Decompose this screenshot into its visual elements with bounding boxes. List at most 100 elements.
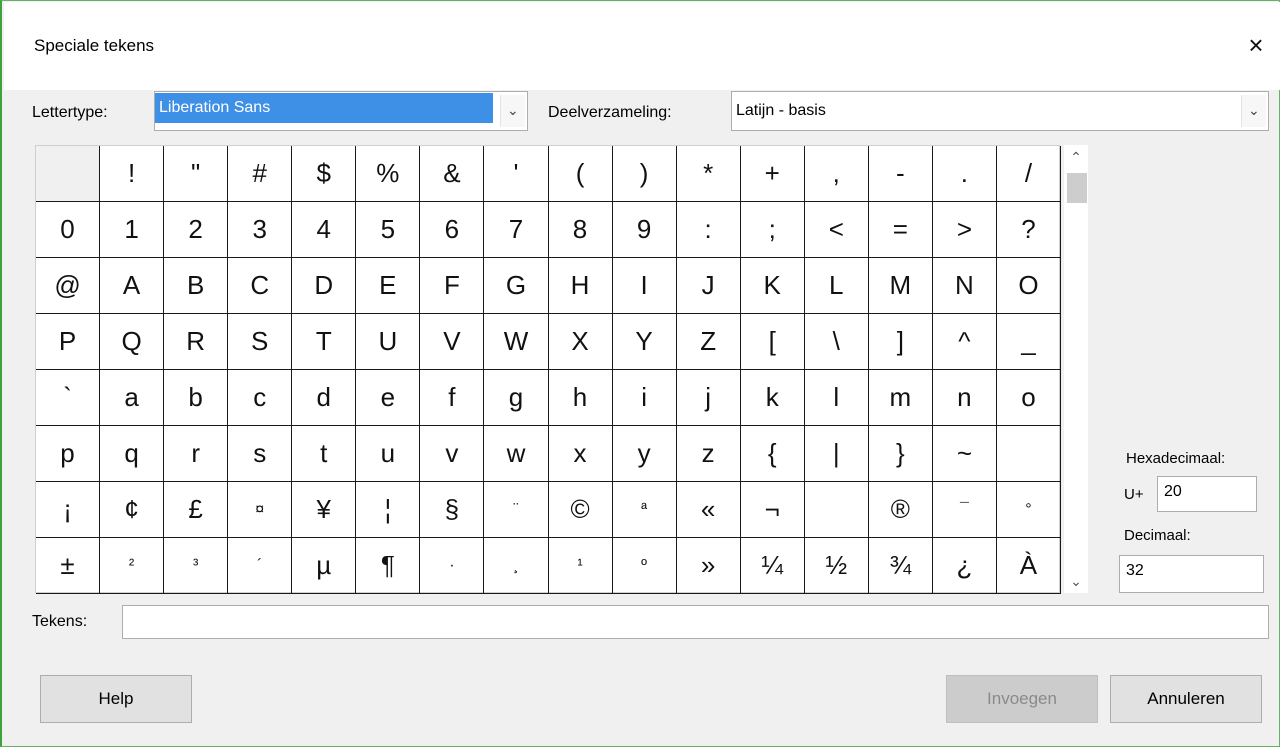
hex-input[interactable]: 20 xyxy=(1157,476,1257,512)
char-cell[interactable]: ª xyxy=(612,482,677,538)
char-cell[interactable]: ½ xyxy=(804,538,869,594)
char-cell[interactable]: : xyxy=(676,202,741,258)
char-cell[interactable]: ) xyxy=(612,146,677,202)
char-cell[interactable]: M xyxy=(868,258,933,314)
char-cell[interactable]: O xyxy=(996,258,1061,314)
char-cell[interactable]: ° xyxy=(996,482,1061,538)
char-cell[interactable]: $ xyxy=(292,146,357,202)
scroll-up-icon[interactable]: ⌃ xyxy=(1064,145,1088,169)
char-cell[interactable]: ¯ xyxy=(932,482,997,538)
char-cell[interactable]: h xyxy=(548,370,613,426)
character-grid[interactable]: ! " # $% & '() * +, -./ 0 1 2 3 4 5 6 7 8 9:; < = >? @ A B C D E F G H… xyxy=(36,146,1061,594)
char-cell[interactable]: ³ xyxy=(164,538,229,594)
char-cell[interactable]: ; xyxy=(740,202,805,258)
char-cell[interactable]: L xyxy=(804,258,869,314)
char-cell[interactable]: ¿ xyxy=(932,538,997,594)
char-cell[interactable]: µ xyxy=(292,538,357,594)
char-cell[interactable]: V xyxy=(420,314,485,370)
char-cell[interactable]: º xyxy=(612,538,677,594)
char-cell[interactable]: ? xyxy=(996,202,1061,258)
char-cell[interactable]: 6 xyxy=(420,202,485,258)
char-cell[interactable]: w xyxy=(484,426,549,482)
char-cell[interactable]: " xyxy=(164,146,229,202)
char-cell[interactable]: t xyxy=(292,426,357,482)
char-cell[interactable]: ¦ xyxy=(356,482,421,538)
char-cell[interactable]: j xyxy=(676,370,741,426)
char-cell[interactable]: x xyxy=(548,426,613,482)
char-cell[interactable]: 3 xyxy=(228,202,293,258)
char-cell[interactable]: 1 xyxy=(100,202,165,258)
char-cell[interactable]: C xyxy=(228,258,293,314)
char-cell[interactable]: - xyxy=(868,146,933,202)
char-cell[interactable]: % xyxy=(356,146,421,202)
char-cell[interactable]: o xyxy=(996,370,1061,426)
char-cell[interactable]: W xyxy=(484,314,549,370)
char-cell[interactable]: » xyxy=(676,538,741,594)
char-cell[interactable]: k xyxy=(740,370,805,426)
char-cell[interactable]: P xyxy=(36,314,101,370)
font-select-dropdown[interactable]: ⌄ xyxy=(500,95,525,127)
char-cell[interactable]: Y xyxy=(612,314,677,370)
char-cell[interactable] xyxy=(36,146,101,202)
char-cell[interactable]: / xyxy=(996,146,1061,202)
char-cell[interactable]: + xyxy=(740,146,805,202)
char-cell[interactable]: ® xyxy=(868,482,933,538)
char-cell[interactable]: R xyxy=(164,314,229,370)
char-cell[interactable]: 7 xyxy=(484,202,549,258)
char-cell[interactable]: y xyxy=(612,426,677,482)
char-cell[interactable]: ( xyxy=(548,146,613,202)
char-cell[interactable]: | xyxy=(804,426,869,482)
char-cell[interactable]: e xyxy=(356,370,421,426)
char-cell[interactable]: ~ xyxy=(932,426,997,482)
char-cell[interactable]: I xyxy=(612,258,677,314)
char-cell[interactable]: « xyxy=(676,482,741,538)
char-cell[interactable]: 0 xyxy=(36,202,101,258)
char-cell[interactable]: H xyxy=(548,258,613,314)
char-cell[interactable]: ¥ xyxy=(292,482,357,538)
char-cell[interactable]: G xyxy=(484,258,549,314)
char-cell[interactable]: i xyxy=(612,370,677,426)
scroll-down-icon[interactable]: ⌄ xyxy=(1064,569,1088,593)
char-cell[interactable]: [ xyxy=(740,314,805,370)
char-cell[interactable]: q xyxy=(100,426,165,482)
char-cell[interactable]: 4 xyxy=(292,202,357,258)
char-cell[interactable]: ¡ xyxy=(36,482,101,538)
char-cell[interactable]: 2 xyxy=(164,202,229,258)
char-cell[interactable]: a xyxy=(100,370,165,426)
char-cell[interactable]: K xyxy=(740,258,805,314)
char-cell[interactable]: ¬ xyxy=(740,482,805,538)
char-cell[interactable]: l xyxy=(804,370,869,426)
char-cell[interactable]: ! xyxy=(100,146,165,202)
char-cell[interactable]: ± xyxy=(36,538,101,594)
char-cell[interactable]: s xyxy=(228,426,293,482)
char-cell[interactable]: N xyxy=(932,258,997,314)
char-cell[interactable]: U xyxy=(356,314,421,370)
char-cell[interactable]: ¸ xyxy=(484,538,549,594)
char-cell[interactable]: z xyxy=(676,426,741,482)
char-cell[interactable]: ¨ xyxy=(484,482,549,538)
char-cell[interactable]: ¹ xyxy=(548,538,613,594)
scroll-thumb[interactable] xyxy=(1067,173,1087,203)
char-cell[interactable]: ] xyxy=(868,314,933,370)
char-cell[interactable]: n xyxy=(932,370,997,426)
char-cell[interactable]: ¢ xyxy=(100,482,165,538)
char-cell[interactable]: ^ xyxy=(932,314,997,370)
char-cell[interactable]: A xyxy=(100,258,165,314)
char-cell[interactable]: , xyxy=(804,146,869,202)
char-cell[interactable]: À xyxy=(996,538,1061,594)
char-cell[interactable]: B xyxy=(164,258,229,314)
char-cell[interactable]: * xyxy=(676,146,741,202)
char-cell[interactable]: F xyxy=(420,258,485,314)
char-cell[interactable]: f xyxy=(420,370,485,426)
char-cell[interactable]: = xyxy=(868,202,933,258)
cancel-button[interactable]: Annuleren xyxy=(1110,675,1262,723)
grid-scrollbar[interactable]: ⌃ ⌄ xyxy=(1064,145,1088,593)
char-cell[interactable]: T xyxy=(292,314,357,370)
char-cell[interactable]: & xyxy=(420,146,485,202)
char-cell[interactable]: u xyxy=(356,426,421,482)
char-cell[interactable]: ¤ xyxy=(228,482,293,538)
char-cell[interactable]: . xyxy=(932,146,997,202)
char-cell[interactable]: p xyxy=(36,426,101,482)
char-cell[interactable]: # xyxy=(228,146,293,202)
char-cell[interactable]: J xyxy=(676,258,741,314)
